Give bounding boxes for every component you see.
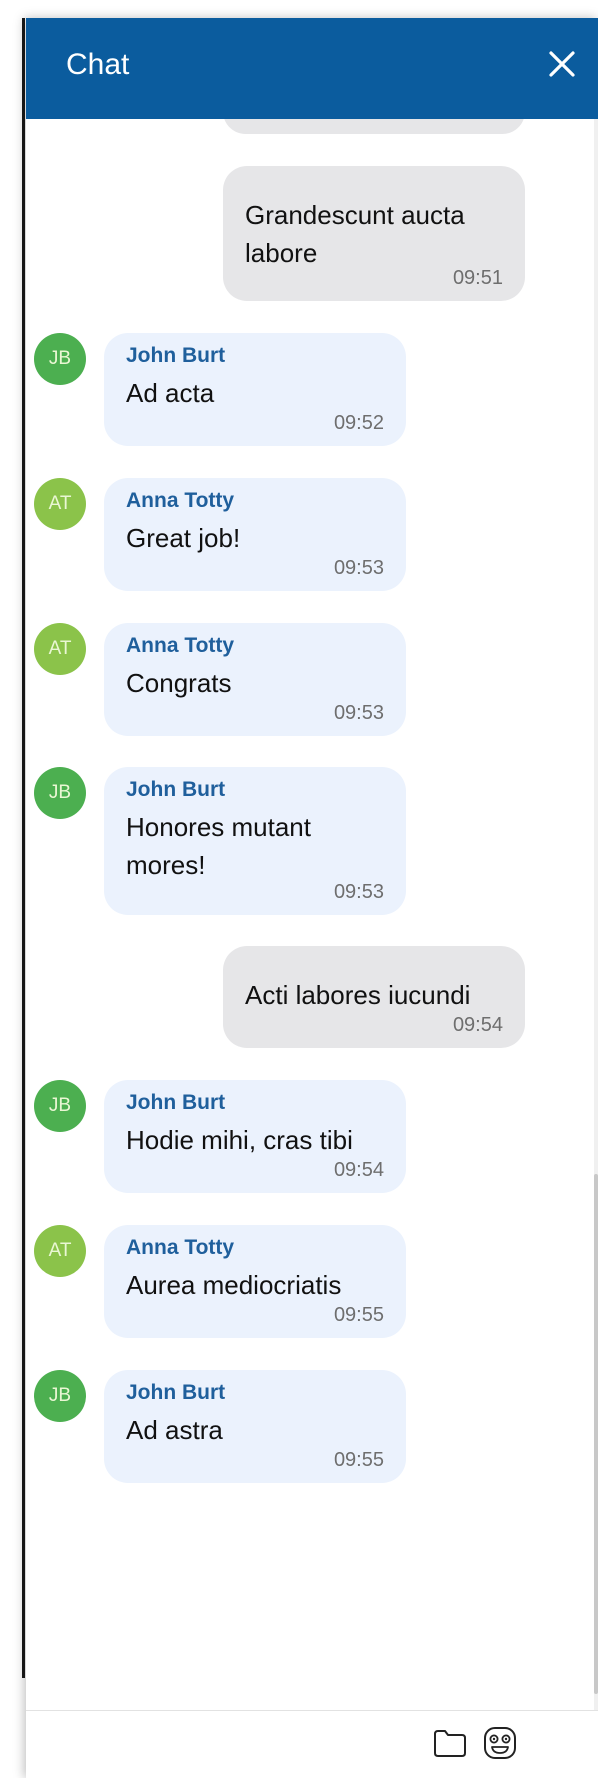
message-text: Ad acta xyxy=(126,378,215,408)
message-text-line: mores! xyxy=(126,850,206,880)
message-text: Hodie mihi, cras tibi xyxy=(126,1125,353,1155)
message-time: 09:54 xyxy=(333,1159,384,1181)
message-sender: John Burt xyxy=(126,778,226,801)
emoji-button[interactable] xyxy=(480,1723,520,1763)
folder-icon xyxy=(434,1730,466,1757)
message-time: 09:53 xyxy=(333,881,384,903)
message-text: Ad astra xyxy=(126,1415,223,1445)
attach-file-button[interactable] xyxy=(430,1723,470,1763)
message-text: Honores mutant mores! xyxy=(126,808,384,884)
chat-panel: Chat Grandescunt aucta labore 09:51 JB J… xyxy=(26,18,598,1778)
message-sender: John Burt xyxy=(126,1381,226,1404)
message-text: Acti labores iucundi xyxy=(245,980,471,1010)
message-bubble-incoming: Anna Totty Congrats 09:53 xyxy=(104,623,406,736)
chat-header: Chat xyxy=(26,18,598,119)
message-bubble-incoming: Anna Totty Great job! 09:53 xyxy=(104,478,406,591)
message-time: 09:53 xyxy=(333,702,384,724)
avatar: AT xyxy=(34,623,86,675)
avatar: JB xyxy=(34,1080,86,1132)
avatar: JB xyxy=(34,1370,86,1422)
message-list[interactable]: Grandescunt aucta labore 09:51 JB John B… xyxy=(26,119,598,1710)
message-sender: Anna Totty xyxy=(126,634,235,657)
message-text: Aurea mediocriatis xyxy=(126,1270,342,1300)
message-time: 09:53 xyxy=(333,557,384,579)
message-time: 09:51 xyxy=(452,267,503,289)
close-icon xyxy=(549,51,575,77)
message-sender: Anna Totty xyxy=(126,1236,235,1259)
avatar: JB xyxy=(34,333,86,385)
message-bubble-outgoing: Acti labores iucundi 09:54 xyxy=(223,946,525,1048)
message-bubble-partial xyxy=(223,119,525,134)
message-time: 09:54 xyxy=(452,1014,503,1036)
chat-title: Chat xyxy=(66,48,130,81)
message-bubble-outgoing: Grandescunt aucta labore 09:51 xyxy=(223,166,525,301)
message-sender: Anna Totty xyxy=(126,489,235,512)
avatar: AT xyxy=(34,478,86,530)
message-text: Grandescunt aucta labore xyxy=(245,196,503,272)
window-edge xyxy=(22,18,25,1678)
message-text-line: Honores mutant xyxy=(126,812,311,842)
message-time: 09:52 xyxy=(333,412,384,434)
scrollbar-thumb[interactable] xyxy=(594,1174,598,1694)
message-bubble-incoming: John Burt Honores mutant mores! 09:53 xyxy=(104,767,406,915)
emoji-icon xyxy=(484,1727,516,1759)
message-text: Congrats xyxy=(126,668,232,698)
message-bubble-incoming: John Burt Ad astra 09:55 xyxy=(104,1370,406,1483)
scrollbar[interactable] xyxy=(594,119,598,1710)
message-bubble-incoming: Anna Totty Aurea mediocriatis 09:55 xyxy=(104,1225,406,1338)
message-sender: John Burt xyxy=(126,1091,226,1114)
message-time: 09:55 xyxy=(333,1449,384,1471)
close-button[interactable] xyxy=(544,46,580,82)
chat-footer xyxy=(26,1710,598,1778)
message-text: Great job! xyxy=(126,523,241,553)
message-time: 09:55 xyxy=(333,1304,384,1326)
chat-window: Chat Grandescunt aucta labore 09:51 JB J… xyxy=(0,0,598,1778)
avatar: AT xyxy=(34,1225,86,1277)
message-bubble-incoming: John Burt Ad acta 09:52 xyxy=(104,333,406,446)
message-bubble-incoming: John Burt Hodie mihi, cras tibi 09:54 xyxy=(104,1080,406,1193)
message-sender: John Burt xyxy=(126,344,226,367)
message-text-line: Grandescunt aucta xyxy=(245,200,465,230)
avatar: JB xyxy=(34,767,86,819)
